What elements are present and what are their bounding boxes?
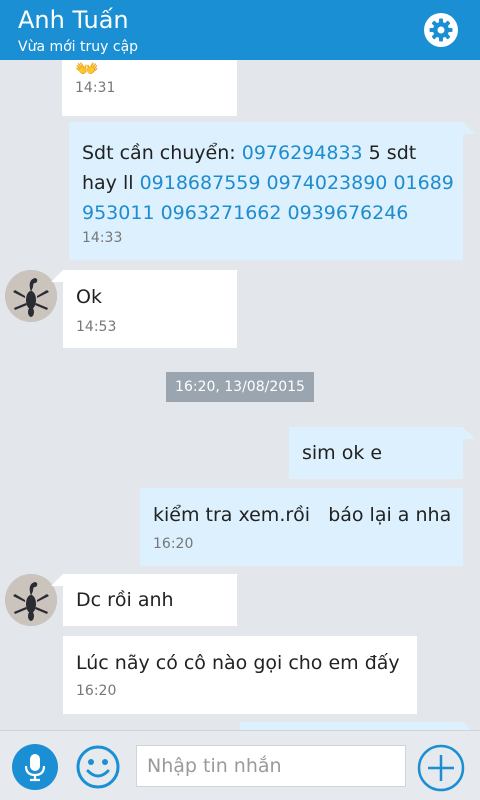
incoming-message[interactable]: 👐 14:31: [62, 60, 237, 116]
add-attachment-button[interactable]: [416, 743, 466, 793]
contact-name[interactable]: Anh Tuấn: [18, 5, 129, 35]
message-time: 16:20: [76, 683, 117, 699]
message-time: 14:31: [75, 80, 116, 96]
outgoing-message[interactable]: Sdt cần chuyển: 0976294833 5 sdt hay ll …: [69, 122, 463, 260]
scorpion-avatar-icon: [5, 574, 57, 626]
incoming-message[interactable]: Ok 14:53: [63, 270, 237, 348]
message-line: 953011 0963271662 0939676246: [82, 198, 454, 228]
phone-link[interactable]: 0976294833: [242, 142, 363, 164]
message-composer: [0, 730, 480, 800]
chat-header: Anh Tuấn Vừa mới truy cập: [0, 0, 480, 60]
plus-icon: [417, 744, 465, 792]
message-time: 14:33: [82, 230, 123, 246]
bubble-tail: [463, 722, 475, 730]
smiley-icon: [76, 745, 120, 789]
bubble-tail: [463, 122, 475, 134]
contact-status: Vừa mới truy cập: [18, 39, 139, 55]
bubble-tail: [463, 427, 475, 439]
avatar[interactable]: [5, 270, 57, 322]
phone-link[interactable]: 0939676246: [288, 202, 409, 224]
bubble-tail: [51, 270, 63, 282]
message-input[interactable]: [136, 745, 406, 787]
incoming-message[interactable]: Lúc nãy có cô nào gọi cho em đấy 16:20: [63, 636, 417, 714]
message-line: hay ll 0918687559 0974023890 01689: [82, 172, 454, 194]
phone-link[interactable]: 01689: [393, 172, 453, 194]
message-text: Sdt cần chuyển: 0976294833 5 sdt hay ll …: [82, 138, 454, 228]
phone-link[interactable]: 0974023890: [267, 172, 388, 194]
phone-link[interactable]: 0918687559: [140, 172, 261, 194]
gear-icon: [429, 18, 453, 42]
message-list[interactable]: 👐 14:31 Sdt cần chuyển: 0976294833 5 sdt…: [0, 60, 480, 730]
message-time: 14:53: [76, 319, 117, 335]
message-text: Dc rồi anh: [76, 589, 174, 611]
outgoing-message[interactable]: kiểm tra xem.rồi báo lại a nha 16:20: [140, 488, 463, 566]
phone-link[interactable]: 0963271662: [161, 202, 282, 224]
avatar[interactable]: [5, 574, 57, 626]
scorpion-avatar-icon: [5, 270, 57, 322]
message-time: 16:20: [153, 536, 194, 552]
message-line: Sdt cần chuyển: 0976294833 5 sdt: [82, 142, 417, 164]
date-separator: 16:20, 13/08/2015: [166, 372, 314, 402]
outgoing-message[interactable]: [240, 722, 463, 730]
settings-button[interactable]: [424, 13, 458, 47]
incoming-message[interactable]: Dc rồi anh: [63, 574, 237, 626]
emoji-button[interactable]: [74, 743, 122, 791]
message-text: Ok: [76, 286, 102, 308]
message-text: sim ok e: [302, 442, 383, 464]
message-text: kiểm tra xem.rồi báo lại a nha: [153, 504, 452, 526]
voice-button[interactable]: [12, 744, 58, 790]
microphone-icon: [24, 754, 46, 782]
phone-link[interactable]: 953011: [82, 202, 155, 224]
outgoing-message[interactable]: sim ok e: [289, 427, 463, 479]
bubble-tail: [51, 574, 63, 586]
message-text: Lúc nãy có cô nào gọi cho em đấy: [76, 652, 400, 674]
